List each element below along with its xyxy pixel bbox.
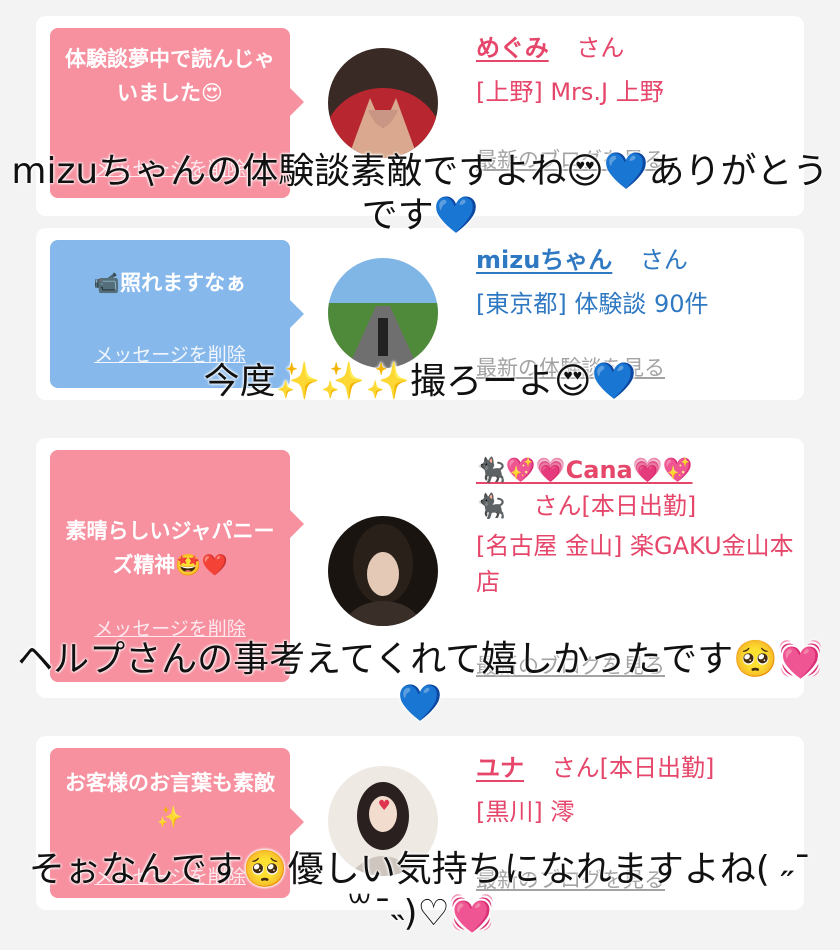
profile-info: 🐈‍⬛💖💗Cana💗💖 🐈‍⬛ さん[本日出勤] [名古屋 金山] 楽GAKU金…	[476, 452, 794, 600]
avatar[interactable]	[328, 48, 438, 158]
message-text: 体験談夢中で読んじゃいました😍	[65, 47, 275, 105]
profile-info: めぐみ さん [上野] Mrs.J 上野	[476, 30, 794, 110]
svg-text:♥: ♥	[378, 798, 391, 814]
honorific: さん	[576, 34, 625, 62]
avatar[interactable]	[328, 258, 438, 368]
profile-name-link[interactable]: めぐみ	[476, 34, 549, 62]
honorific: さん	[551, 754, 600, 782]
caption-text: ヘルプさんの事考えてくれて嬉しかったです🥺💓💙	[17, 639, 823, 724]
profile-name-link[interactable]: mizuちゃん	[476, 246, 612, 274]
caption-text: mizuちゃんの体験談素敵ですよね😍💙ありがとうです💙	[11, 151, 829, 236]
cat-icon: 🐈‍⬛	[476, 492, 506, 520]
working-today-status: [本日出勤]	[599, 754, 715, 782]
message-text: 素晴らしいジャパニーズ精神🤩❤️	[65, 519, 275, 577]
caption-text: 今度✨✨✨撮ろーよ😍💙	[203, 361, 637, 402]
honorific: さん	[533, 492, 582, 520]
profile-info: mizuちゃん さん [東京都] 体験談 90件	[476, 242, 794, 322]
caption-text: そぉなんです🥺優しい気持ちになれますよね( ˶¯ ꒳¯˵)♡💓	[28, 849, 812, 934]
shop-name[interactable]: [上野] Mrs.J 上野	[476, 74, 794, 110]
profile-name-link[interactable]: 🐈‍⬛💖💗Cana💗💖	[476, 456, 693, 484]
honorific: さん	[639, 246, 688, 274]
shop-name[interactable]: [名古屋 金山] 楽GAKU金山本店	[476, 528, 794, 600]
working-today-status: [本日出勤]	[581, 492, 697, 520]
message-text: 📹照れますなぁ	[93, 271, 247, 295]
profile-name-link[interactable]: ユナ	[476, 754, 524, 782]
avatar[interactable]	[328, 516, 438, 626]
profile-info: ユナ さん[本日出勤] [黒川] 澪	[476, 750, 794, 830]
shop-name[interactable]: [黒川] 澪	[476, 794, 794, 830]
shop-name[interactable]: [東京都] 体験談 90件	[476, 286, 794, 322]
message-text: お客様のお言葉も素敵✨	[65, 771, 275, 829]
